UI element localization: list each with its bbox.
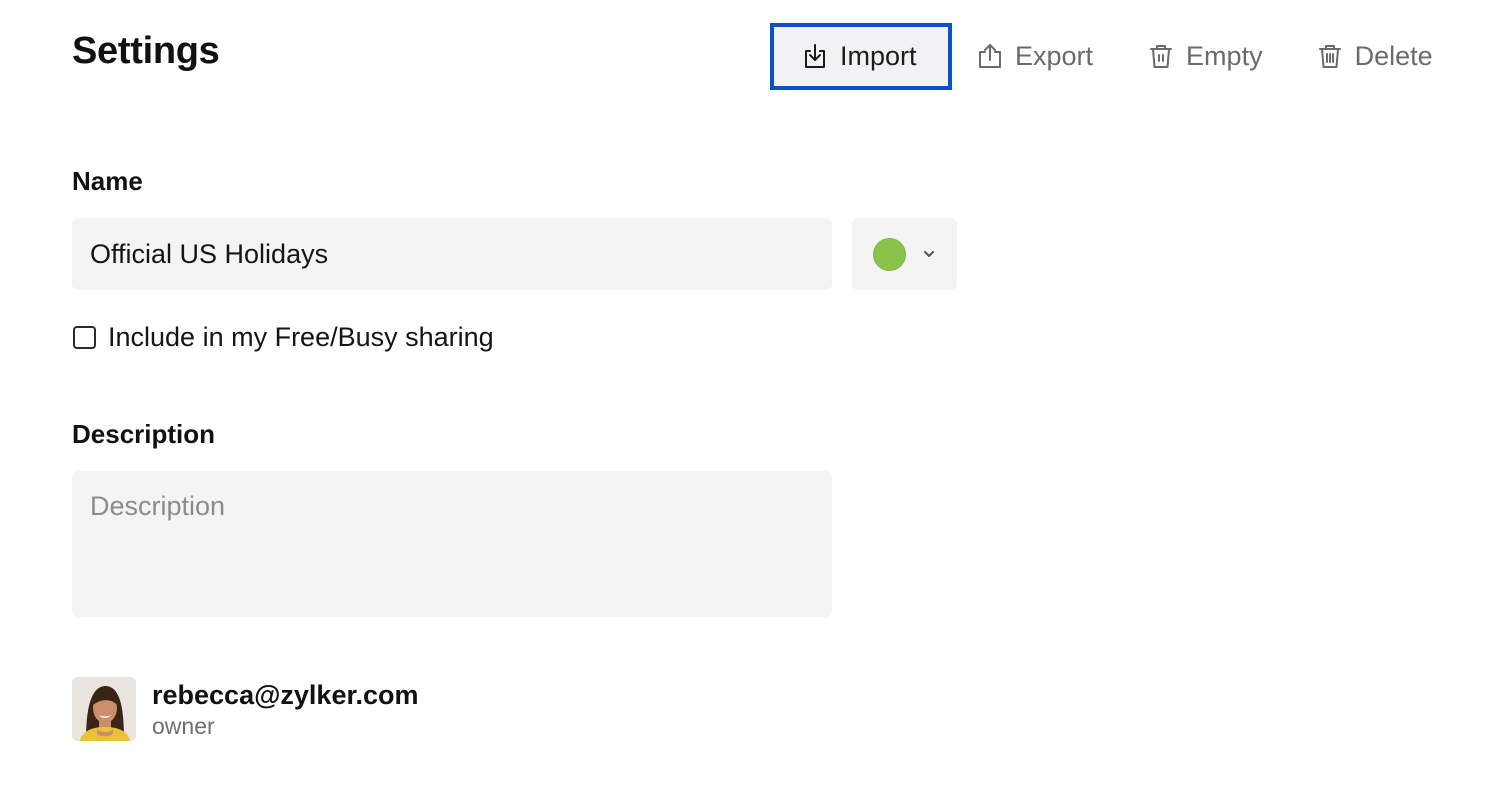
empty-label: Empty [1186, 40, 1263, 71]
import-label: Import [840, 40, 917, 71]
empty-button[interactable]: Empty [1146, 25, 1263, 87]
chevron-down-icon [922, 247, 936, 261]
description-label: Description [72, 419, 216, 449]
name-field[interactable]: Official US Holidays [72, 218, 832, 290]
owner-info: rebecca@zylker.com owner [72, 677, 419, 741]
trash-delete-icon [1315, 41, 1345, 71]
settings-page: Settings Import Export Empty Delete Name… [0, 0, 1500, 802]
import-button[interactable]: Import [770, 22, 952, 90]
owner-text: rebecca@zylker.com owner [152, 677, 419, 741]
export-button[interactable]: Export [975, 25, 1093, 87]
name-field-value: Official US Holidays [90, 238, 329, 269]
avatar [72, 677, 136, 741]
description-placeholder: Description [90, 491, 226, 521]
free-busy-option[interactable]: Include in my Free/Busy sharing [72, 322, 494, 353]
owner-email: rebecca@zylker.com [152, 680, 419, 710]
free-busy-label: Include in my Free/Busy sharing [108, 322, 494, 352]
export-label: Export [1015, 40, 1094, 71]
free-busy-checkbox[interactable] [73, 326, 96, 349]
page-title: Settings [72, 30, 220, 72]
import-icon [800, 41, 830, 71]
calendar-color-swatch [873, 237, 906, 271]
description-field[interactable]: Description [72, 471, 832, 617]
color-picker[interactable] [852, 218, 957, 290]
owner-role: owner [152, 713, 215, 739]
delete-label: Delete [1354, 40, 1433, 71]
delete-button[interactable]: Delete [1315, 25, 1433, 87]
trash-empty-icon [1146, 41, 1176, 71]
toolbar: Import Export Empty Delete [770, 22, 1433, 90]
export-icon [975, 41, 1005, 71]
name-label: Name [72, 166, 143, 196]
